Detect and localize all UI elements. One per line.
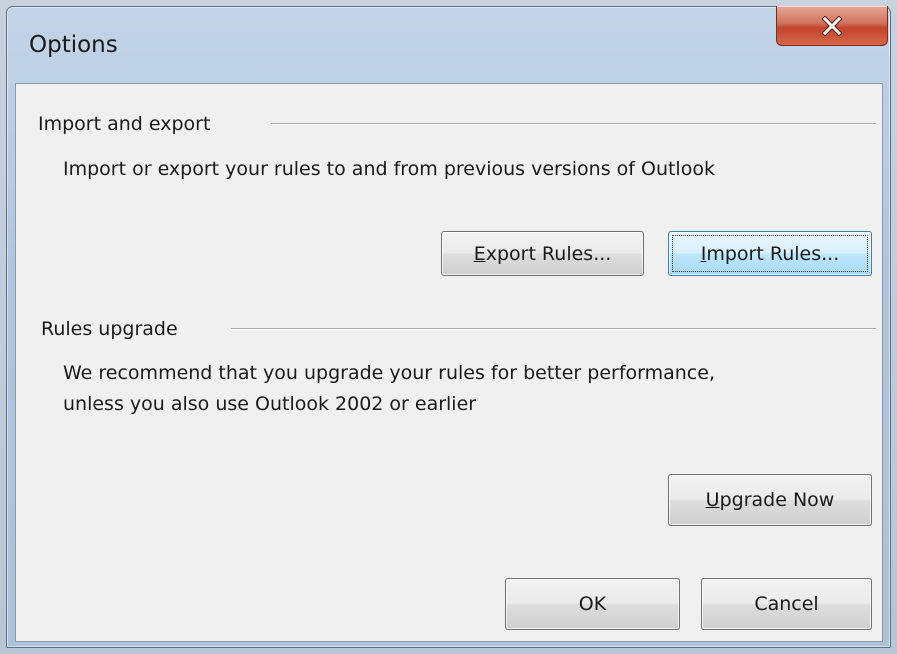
options-dialog: Options Import and export Import or expo… bbox=[6, 6, 891, 648]
title-bar[interactable]: Options bbox=[7, 6, 890, 83]
dialog-title: Options bbox=[29, 32, 118, 58]
export-rules-label: xport Rules... bbox=[485, 242, 612, 265]
export-rules-accel: E bbox=[473, 242, 486, 265]
import-rules-label: mport Rules... bbox=[706, 242, 840, 265]
rules-upgrade-description-line1: We recommend that you upgrade your rules… bbox=[63, 362, 715, 384]
cancel-label: Cancel bbox=[754, 593, 819, 615]
upgrade-now-label: pgrade Now bbox=[719, 489, 835, 511]
upgrade-now-button[interactable]: Upgrade Now bbox=[668, 474, 872, 526]
cancel-button[interactable]: Cancel bbox=[701, 578, 872, 630]
close-icon bbox=[821, 15, 843, 36]
import-export-description: Import or export your rules to and from … bbox=[63, 158, 715, 180]
rules-upgrade-description-line2: unless you also use Outlook 2002 or earl… bbox=[63, 393, 477, 415]
ok-label: OK bbox=[578, 593, 607, 615]
export-rules-button[interactable]: Export Rules... bbox=[441, 231, 644, 276]
import-export-separator bbox=[271, 123, 876, 125]
upgrade-now-accel: U bbox=[705, 489, 720, 511]
dialog-body: Import and export Import or export your … bbox=[15, 83, 883, 642]
import-export-heading: Import and export bbox=[38, 115, 225, 134]
close-button[interactable] bbox=[776, 6, 888, 46]
rules-upgrade-heading: Rules upgrade bbox=[41, 320, 192, 339]
ok-button[interactable]: OK bbox=[505, 578, 680, 630]
import-rules-button[interactable]: Import Rules... bbox=[668, 231, 872, 276]
rules-upgrade-separator bbox=[231, 328, 876, 330]
